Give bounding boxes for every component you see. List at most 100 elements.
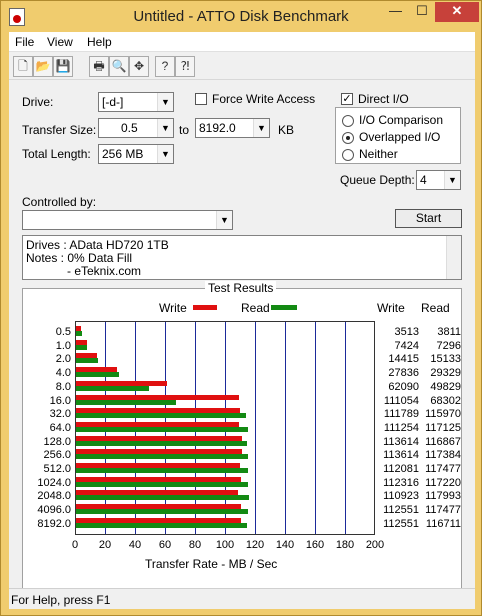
x-tick-label: 160: [305, 539, 325, 551]
row-label: 1024.0: [37, 476, 71, 489]
row-label: 1.0: [55, 339, 71, 352]
toolbar: 🗋 📂 💾 🖶 🔍 ✥? ⁈: [9, 53, 475, 80]
transfer-size-from-select[interactable]: 0.5 ▼: [98, 118, 174, 138]
io-comparison-label: I/O Comparison: [359, 113, 444, 127]
x-tick-label: 0: [71, 539, 79, 551]
force-write-label: Force Write Access: [212, 92, 316, 106]
start-button[interactable]: Start: [395, 209, 462, 228]
queue-depth-label: Queue Depth:: [340, 173, 415, 187]
save-icon[interactable]: 💾: [53, 56, 73, 77]
row-label: 8192.0: [37, 517, 71, 530]
x-tick-label: 140: [275, 539, 295, 551]
chevron-down-icon[interactable]: ▼: [157, 119, 173, 137]
legend-read-label: Read: [241, 301, 270, 315]
move-icon[interactable]: ✥: [129, 56, 149, 77]
direct-io-label: Direct I/O: [358, 92, 409, 106]
write-value: 113614: [383, 435, 419, 448]
write-value: 110923: [383, 490, 419, 503]
status-bar: For Help, press F1: [9, 588, 475, 609]
row-label: 2.0: [55, 353, 71, 366]
read-value: 49829: [430, 380, 461, 393]
write-value: 111254: [383, 421, 419, 434]
read-bar: [76, 399, 177, 405]
queue-depth-value: 4: [420, 173, 427, 187]
app-window: Untitled - ATTO Disk Benchmark — ☐ ✕ Fil…: [0, 0, 482, 616]
direct-io-checkbox[interactable]: ✓: [341, 93, 353, 105]
chevron-down-icon[interactable]: ▼: [157, 93, 173, 111]
read-value: 68302: [430, 394, 461, 407]
notes-line-source: - eTeknix.com: [67, 264, 142, 278]
read-bar: [76, 372, 119, 378]
row-label: 512.0: [43, 463, 71, 475]
notes-scrollbar[interactable]: [446, 236, 461, 279]
force-write-checkbox[interactable]: [195, 93, 207, 105]
help-icon[interactable]: ?: [155, 56, 175, 77]
gridline: [255, 322, 256, 534]
read-value: 3811: [437, 326, 461, 338]
to-label: to: [179, 123, 190, 137]
read-bar: [76, 522, 247, 528]
x-axis-label: Transfer Rate - MB / Sec: [145, 557, 278, 571]
read-bar: [76, 509, 249, 515]
read-bar: [76, 454, 248, 460]
results-title: Test Results: [205, 281, 277, 295]
x-tick-label: 180: [335, 539, 355, 551]
menu-bar: File View Help: [9, 32, 475, 52]
row-label: 32.0: [49, 408, 71, 421]
x-tick-label: 100: [215, 539, 235, 551]
minimize-button[interactable]: —: [382, 2, 409, 22]
row-label: 4.0: [55, 367, 71, 380]
legend-write-swatch: [193, 305, 217, 310]
read-bar: [76, 468, 249, 473]
controlled-by-select[interactable]: ▼: [22, 210, 233, 230]
new-icon[interactable]: 🗋: [13, 56, 33, 77]
status-text: For Help, press F1: [11, 593, 111, 607]
gridline: [315, 322, 316, 534]
notes-textarea[interactable]: Drives : AData HD720 1TB Notes : 0% Data…: [22, 235, 462, 280]
overlapped-io-label: Overlapped I/O: [359, 130, 441, 144]
notes-line-drives: Drives : AData HD720 1TB: [26, 238, 169, 252]
x-tick-label: 200: [365, 539, 385, 551]
total-length-select[interactable]: 256 MB ▼: [98, 144, 174, 164]
queue-depth-select[interactable]: 4 ▼: [416, 170, 461, 190]
transfer-to-value: 8192.0: [199, 121, 236, 135]
neither-radio[interactable]: [342, 149, 354, 161]
read-value: 117220: [425, 476, 461, 489]
read-bar: [76, 385, 149, 391]
menu-file[interactable]: File: [15, 35, 34, 49]
transfer-size-to-select[interactable]: 8192.0 ▼: [195, 118, 270, 138]
title-bar[interactable]: Untitled - ATTO Disk Benchmark — ☐ ✕: [1, 1, 481, 33]
read-bar: [76, 331, 82, 336]
notes-line-notes: Notes : 0% Data Fill: [26, 251, 133, 265]
chevron-down-icon[interactable]: ▼: [157, 145, 173, 163]
gridline: [285, 322, 286, 534]
context-help-icon[interactable]: ⁈: [175, 56, 195, 77]
write-value: 112551: [383, 504, 419, 517]
chevron-down-icon[interactable]: ▼: [216, 211, 232, 229]
total-length-value: 256 MB: [102, 147, 144, 161]
x-tick-label: 80: [188, 539, 202, 551]
read-value: 117384: [425, 449, 461, 462]
gridline: [345, 322, 346, 534]
x-tick-label: 120: [245, 539, 265, 551]
chevron-down-icon[interactable]: ▼: [444, 171, 460, 189]
controlled-by-label: Controlled by:: [22, 195, 97, 209]
close-button[interactable]: ✕: [435, 2, 479, 22]
maximize-button[interactable]: ☐: [409, 2, 435, 22]
row-label: 64.0: [49, 421, 71, 434]
io-comparison-radio[interactable]: [342, 115, 354, 127]
print-icon[interactable]: 🖶: [89, 56, 109, 77]
chevron-down-icon[interactable]: ▼: [253, 119, 269, 137]
drive-select[interactable]: [-d-] ▼: [98, 92, 174, 112]
x-tick-label: 60: [158, 539, 172, 551]
read-bar: [76, 440, 248, 446]
read-column-header: Read: [421, 301, 450, 315]
write-value: 112316: [383, 476, 419, 489]
menu-help[interactable]: Help: [87, 35, 112, 49]
open-icon[interactable]: 📂: [33, 56, 53, 77]
read-value: 7296: [436, 339, 461, 352]
print-preview-icon[interactable]: 🔍: [109, 56, 129, 77]
io-mode-group: I/O Comparison Overlapped I/O Neither: [335, 107, 461, 164]
menu-view[interactable]: View: [47, 35, 73, 49]
overlapped-io-radio[interactable]: [342, 132, 354, 144]
